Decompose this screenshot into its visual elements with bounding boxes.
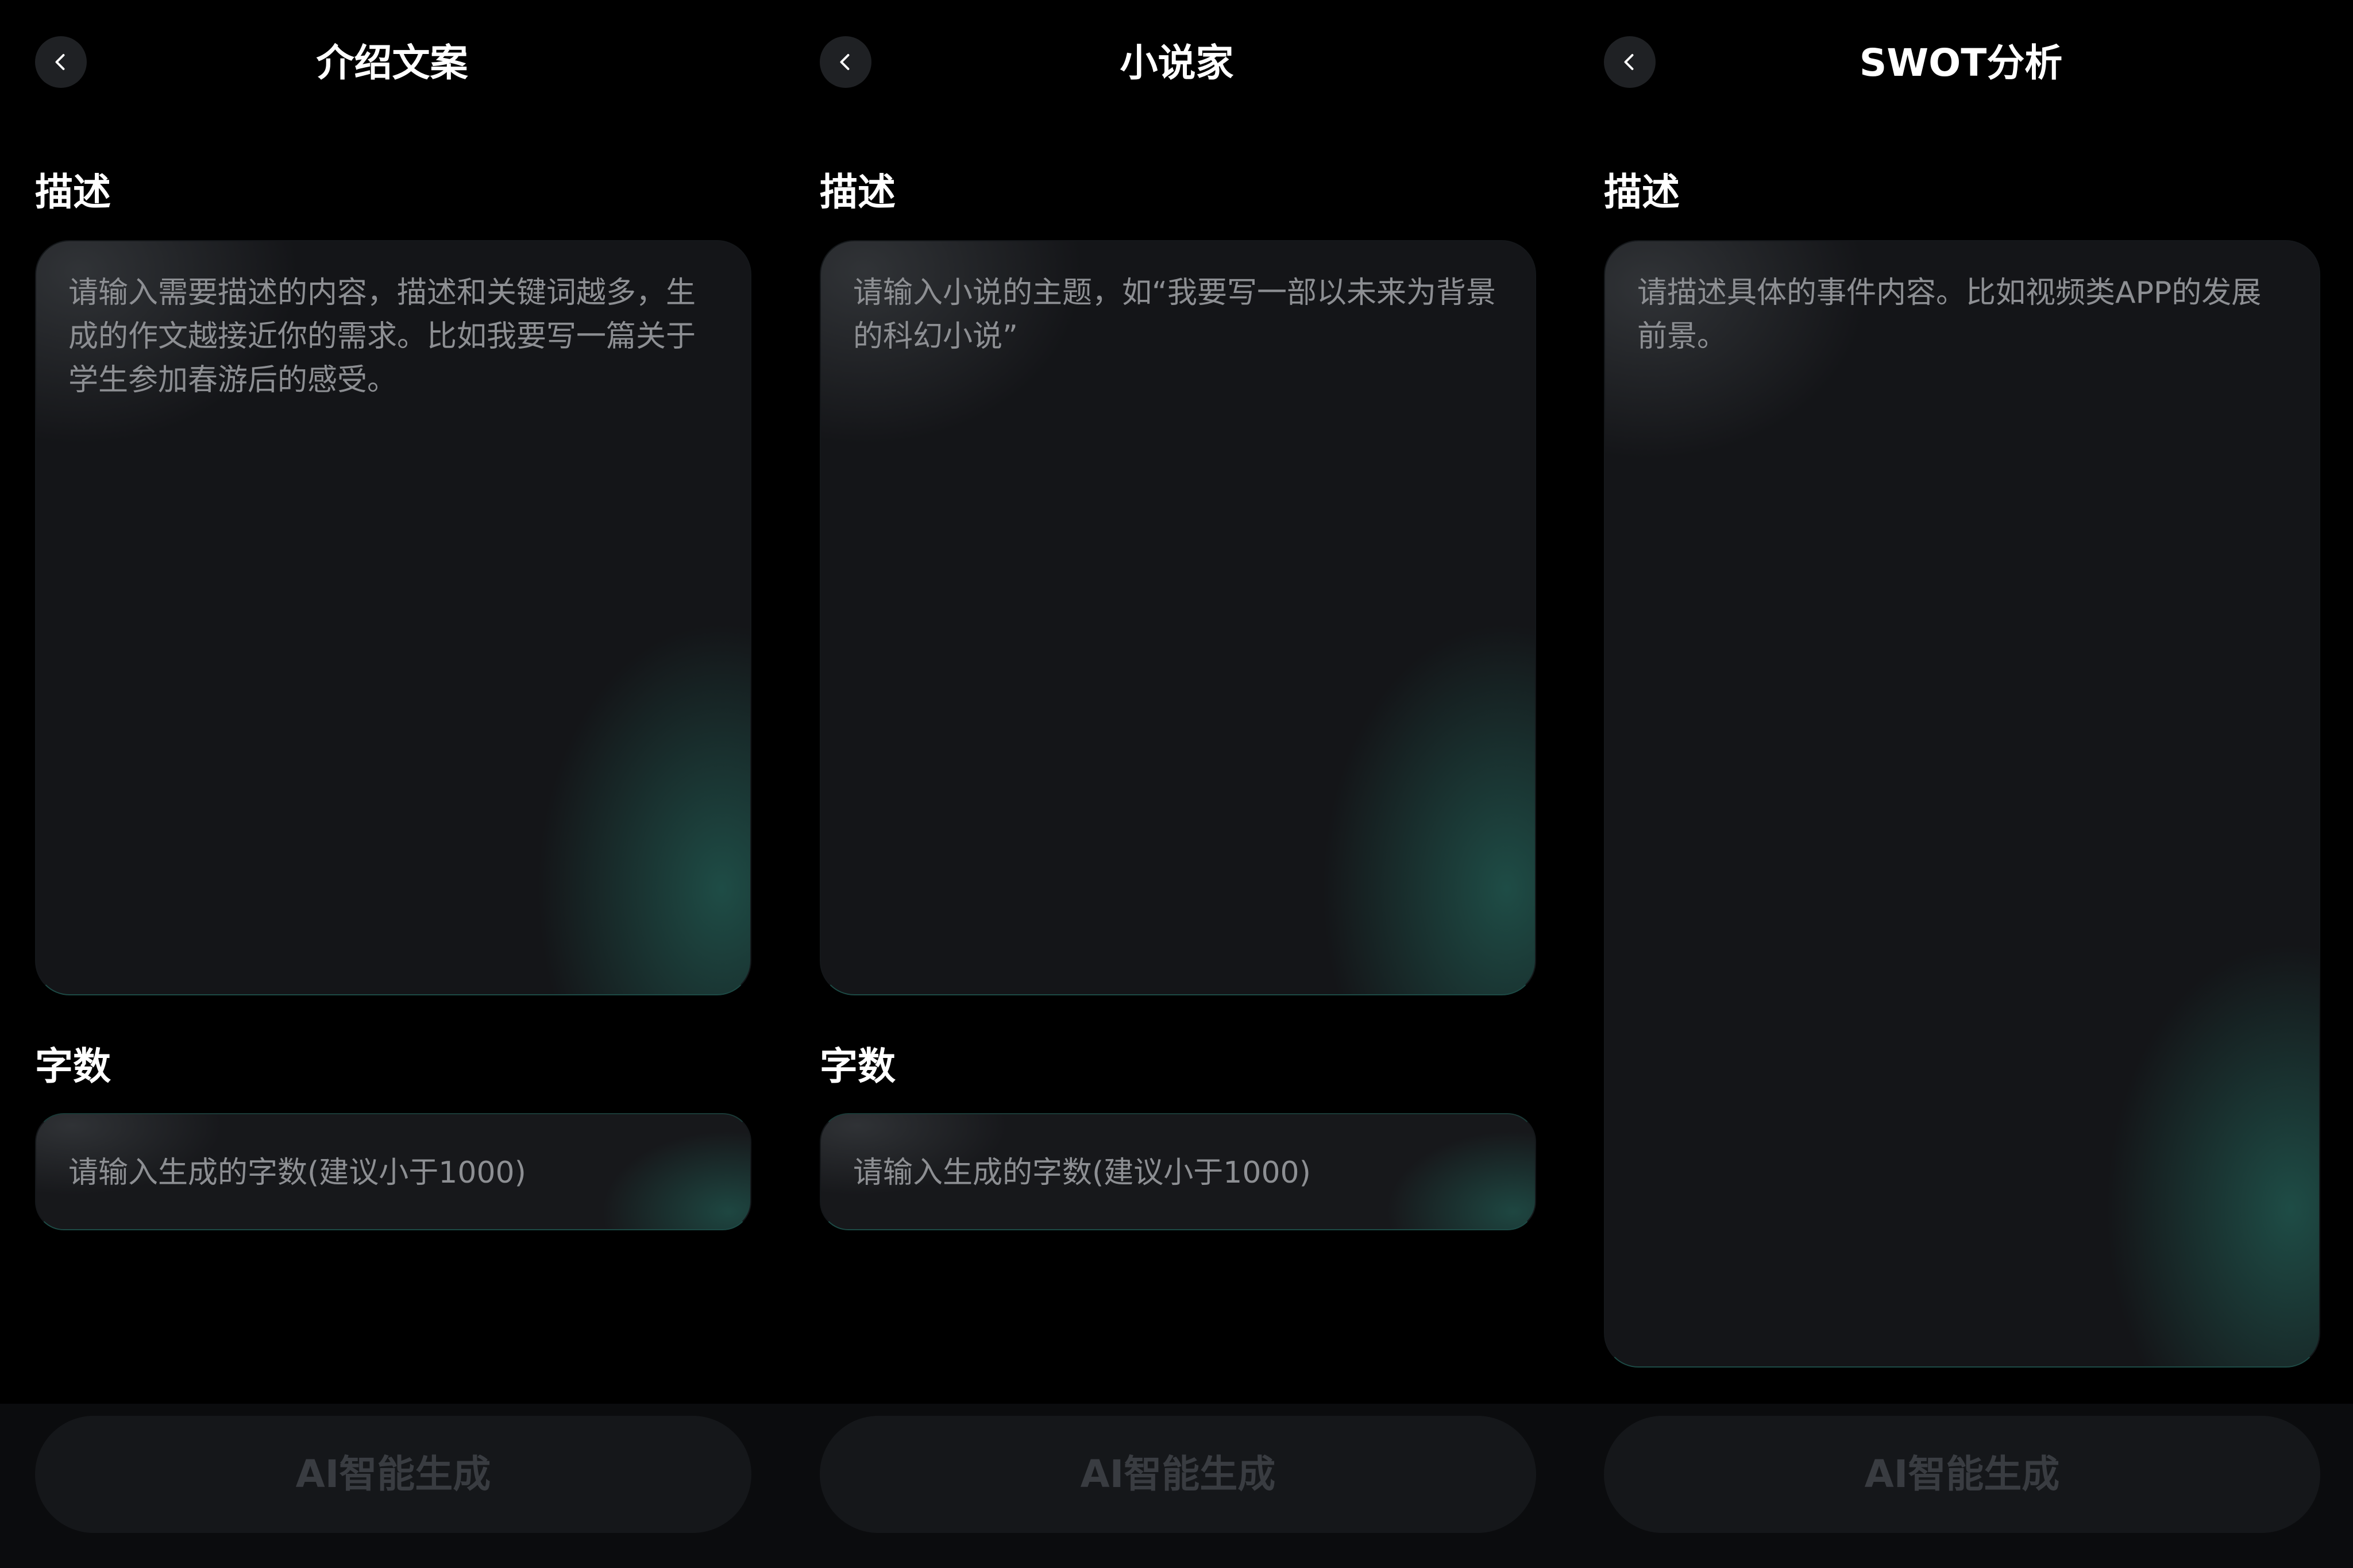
screen-novelist: 小说家 描述 字数 AI智能生成 xyxy=(785,0,1569,1568)
screen-swot-analysis: SWOT分析 描述 AI智能生成 xyxy=(1569,0,2353,1568)
description-input[interactable] xyxy=(68,271,718,964)
page-title: 介绍文案 xyxy=(316,41,468,85)
description-label: 描述 xyxy=(35,170,111,214)
word-count-input[interactable] xyxy=(853,1114,1503,1229)
description-card xyxy=(35,240,751,995)
description-label: 描述 xyxy=(1604,170,1680,214)
page-title: 小说家 xyxy=(1120,41,1234,85)
description-card xyxy=(1604,240,2320,1368)
screen-intro-copy: 介绍文案 描述 字数 AI智能生成 xyxy=(0,0,784,1568)
page-title: SWOT分析 xyxy=(1859,41,2063,85)
ai-generate-button[interactable]: AI智能生成 xyxy=(35,1416,751,1533)
word-count-label: 字数 xyxy=(35,1044,111,1088)
description-input[interactable] xyxy=(853,271,1503,964)
description-label: 描述 xyxy=(820,170,896,214)
word-count-card xyxy=(820,1113,1536,1230)
ai-generate-button[interactable]: AI智能生成 xyxy=(820,1416,1536,1533)
word-count-card xyxy=(35,1113,751,1230)
word-count-input[interactable] xyxy=(68,1114,718,1229)
word-count-label: 字数 xyxy=(820,1044,896,1088)
description-card xyxy=(820,240,1536,995)
description-input[interactable] xyxy=(1637,271,2287,1337)
ai-generate-button[interactable]: AI智能生成 xyxy=(1604,1416,2320,1533)
